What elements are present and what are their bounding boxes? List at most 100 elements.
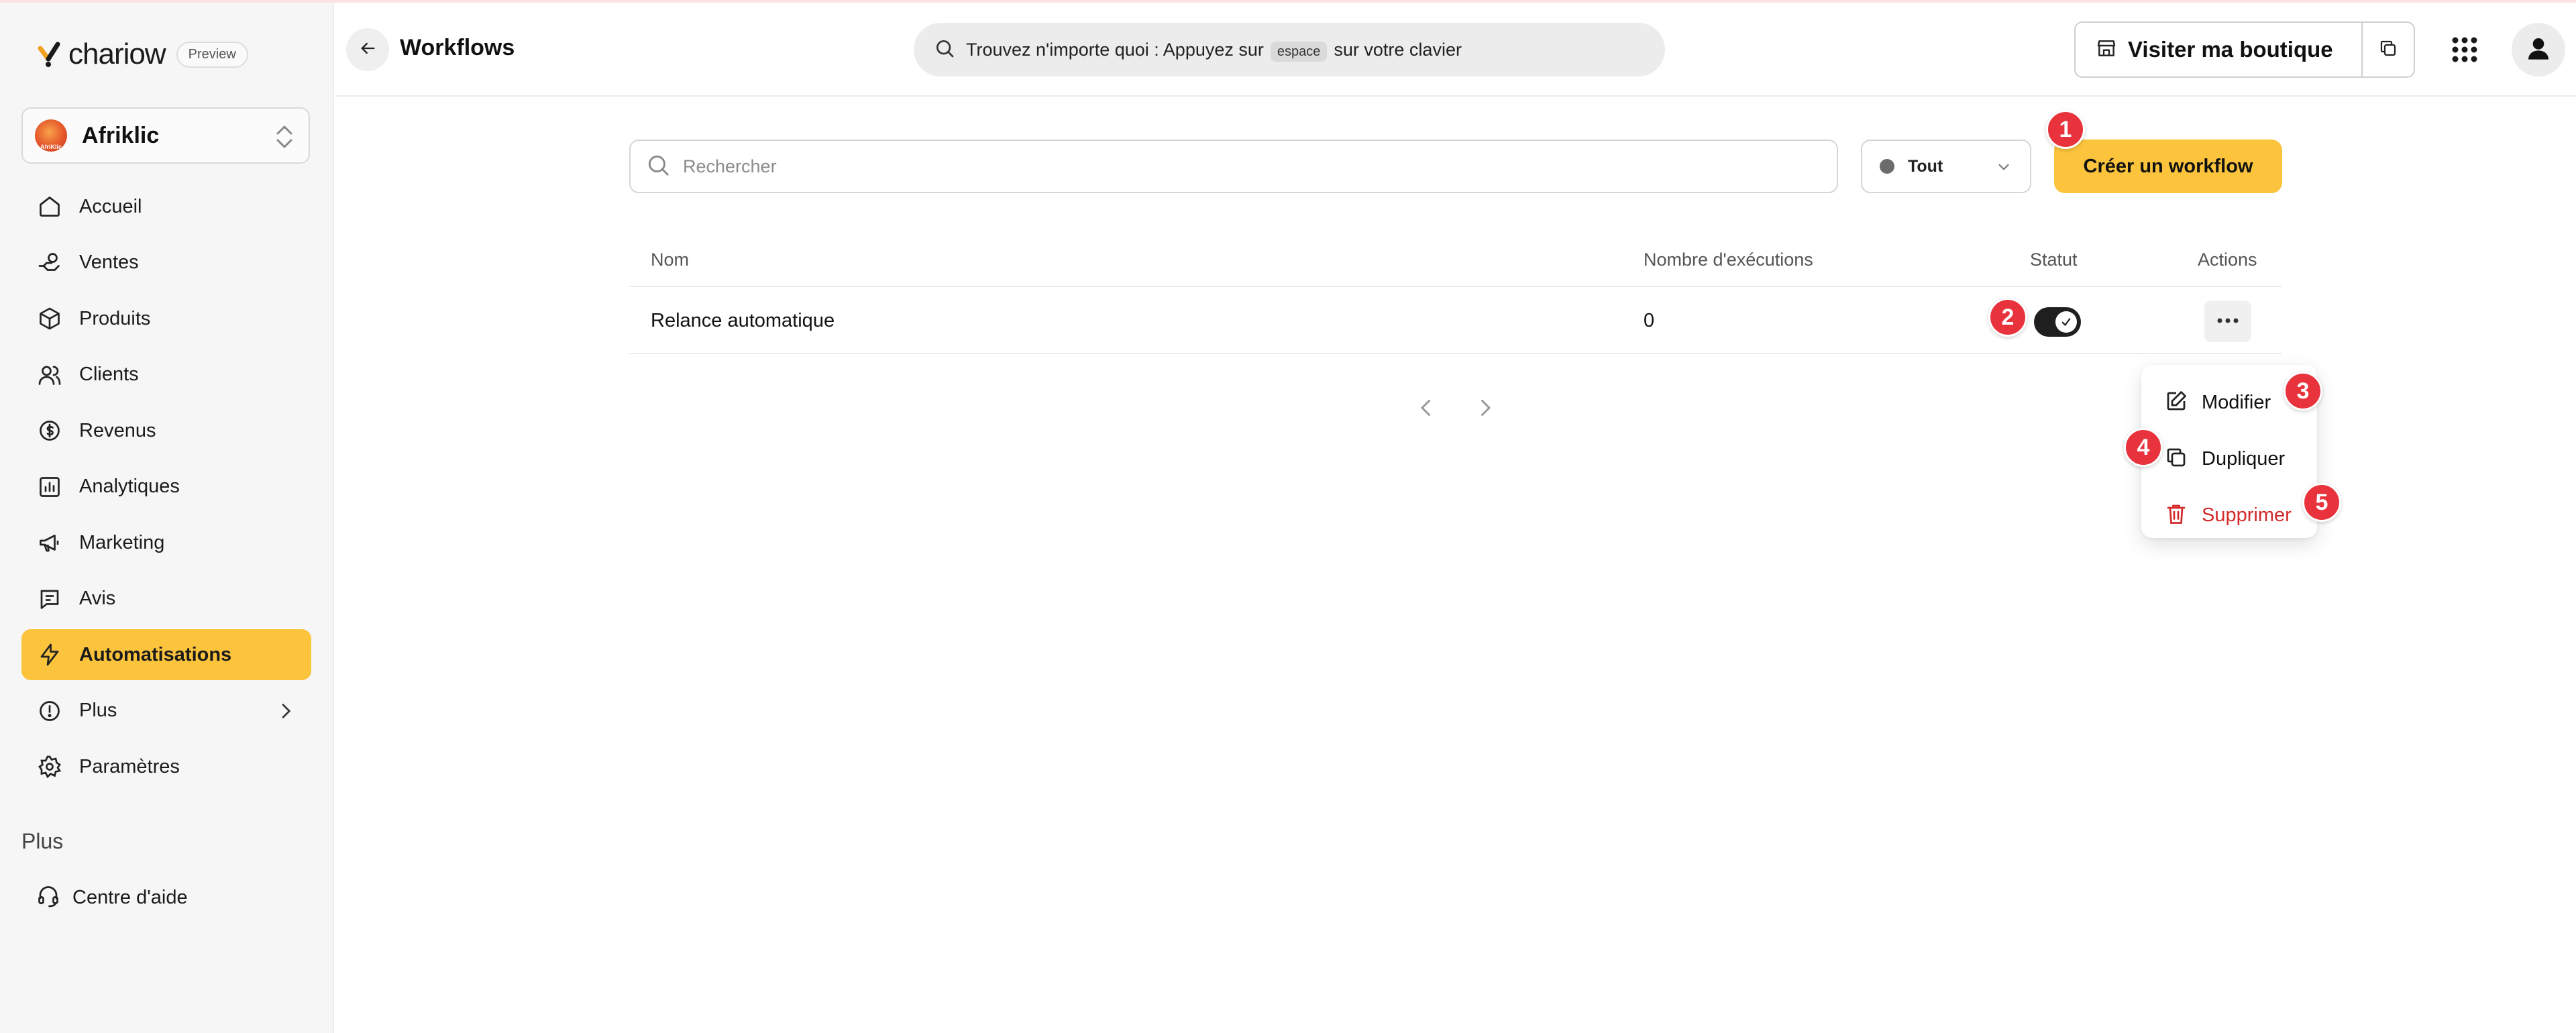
preview-badge: Preview [176, 41, 248, 68]
menu-item-label: Dupliquer [2202, 447, 2286, 470]
sidebar-section-heading: Plus [21, 829, 64, 853]
pagination-previous-button[interactable] [1414, 396, 1438, 423]
status-filter-value: Tout [1908, 156, 1943, 176]
annotation-badge-4: 4 [2124, 428, 2163, 467]
menu-item-delete[interactable]: Supprimer [2141, 487, 2317, 543]
help-center-label: Centre d'aide [72, 886, 188, 908]
sidebar-nav: Accueil Ventes Produits Clients Revenus [21, 181, 311, 798]
chevron-right-icon [1473, 400, 1497, 423]
users-icon [36, 362, 63, 388]
create-workflow-button[interactable]: Créer un workflow [2054, 140, 2282, 193]
menu-item-label: Modifier [2202, 391, 2271, 413]
page-title: Workflows [400, 35, 515, 60]
storefront-icon [2096, 38, 2117, 62]
info-circle-icon [36, 698, 63, 724]
workflow-executions: 0 [1644, 310, 1655, 331]
menu-item-duplicate[interactable]: Dupliquer [2141, 431, 2317, 487]
command-search-prefix: Trouvez n'importe quoi : Appuyez sur [966, 39, 1264, 60]
visit-store-group: Visiter ma boutique [2074, 21, 2415, 78]
user-avatar[interactable] [2512, 23, 2565, 76]
sidebar-item-plus[interactable]: Plus [21, 686, 311, 737]
arrow-left-icon [358, 39, 377, 61]
sidebar-item-label: Avis [79, 588, 116, 609]
sidebar-item-clients[interactable]: Clients [21, 349, 311, 400]
store-name: Afriklic [82, 122, 160, 148]
trash-icon [2164, 502, 2188, 529]
sidebar-item-label: Produits [79, 307, 151, 329]
sidebar-item-label: Marketing [79, 531, 165, 553]
lightning-icon [36, 641, 63, 668]
gear-icon [36, 753, 63, 780]
sidebar-item-label: Plus [79, 700, 117, 721]
sidebar-item-automatisations[interactable]: Automatisations [21, 629, 311, 680]
sidebar-item-ventes[interactable]: Ventes [21, 237, 311, 288]
visit-store-label: Visiter ma boutique [2128, 37, 2333, 62]
copy-link-button[interactable] [2363, 23, 2414, 76]
back-button[interactable] [346, 28, 389, 71]
sidebar-item-label: Accueil [79, 195, 142, 217]
sidebar-item-label: Clients [79, 364, 139, 385]
menu-item-label: Supprimer [2202, 504, 2292, 526]
sidebar-item-produits[interactable]: Produits [21, 293, 311, 344]
sidebar-item-revenus[interactable]: Revenus [21, 405, 311, 456]
user-icon [2525, 35, 2552, 65]
brand-name: chariow [68, 38, 166, 70]
status-dot [1880, 159, 1894, 174]
workflow-search-input[interactable] [683, 156, 1756, 177]
visit-store-button[interactable]: Visiter ma boutique [2076, 23, 2363, 76]
status-filter-select[interactable]: Tout [1861, 140, 2031, 193]
store-logo-text: AfriKlic [40, 144, 62, 150]
workflow-name: Relance automatique [651, 310, 835, 331]
message-icon [36, 586, 63, 612]
top-header: Workflows Trouvez n'importe quoi : Appuy… [335, 3, 2576, 97]
command-search-bar[interactable]: Trouvez n'importe quoi : Appuyez sur espa… [914, 23, 1665, 76]
more-horizontal-icon [2216, 315, 2239, 327]
table-header: Nom Nombre d'exécutions Statut Actions [629, 233, 2282, 287]
annotation-badge-1: 1 [2046, 110, 2085, 149]
sidebar-item-avis[interactable]: Avis [21, 574, 311, 624]
package-icon [36, 305, 63, 332]
sidebar-item-label: Paramètres [79, 755, 180, 777]
sidebar-item-marketing[interactable]: Marketing [21, 517, 311, 568]
column-header-executions: Nombre d'exécutions [1644, 250, 1813, 270]
apps-grid-icon[interactable] [2450, 35, 2479, 64]
hand-coins-icon [36, 250, 63, 276]
column-header-name: Nom [651, 250, 690, 270]
sidebar-item-parametres[interactable]: Paramètres [21, 741, 311, 792]
store-logo: AfriKlic [35, 119, 67, 152]
dollar-circle-icon [36, 417, 63, 444]
command-search-text: Trouvez n'importe quoi : Appuyez sur espa… [966, 39, 1462, 62]
chariow-logo-icon [35, 39, 66, 70]
sidebar-item-label: Automatisations [79, 643, 232, 665]
chevron-left-icon [1414, 400, 1438, 423]
workflows-table: Nom Nombre d'exécutions Statut Actions R… [629, 233, 2282, 354]
workflow-status-toggle[interactable] [2034, 307, 2081, 337]
store-selector[interactable]: AfriKlic Afriklic [21, 107, 310, 164]
chevron-up-down-icon [272, 123, 297, 154]
table-row[interactable]: Relance automatique 0 [629, 287, 2282, 354]
brand-logo[interactable]: chariow Preview [35, 38, 248, 71]
home-icon [36, 193, 63, 220]
annotation-badge-3: 3 [2284, 372, 2322, 411]
pagination-next-button[interactable] [1473, 396, 1497, 423]
edit-icon [2164, 389, 2188, 417]
annotation-badge-2: 2 [1988, 298, 2027, 337]
search-icon [645, 152, 671, 181]
sidebar-item-help-center[interactable]: Centre d'aide [21, 872, 311, 923]
sidebar-item-analytiques[interactable]: Analytiques [21, 461, 311, 512]
row-actions-button[interactable] [2204, 301, 2251, 342]
column-header-status: Statut [2030, 250, 2078, 270]
sidebar-item-accueil[interactable]: Accueil [21, 181, 311, 232]
copy-icon [2378, 38, 2398, 62]
copy-icon [2164, 445, 2188, 473]
headset-icon [36, 884, 60, 912]
sidebar: chariow Preview AfriKlic Afriklic Accuei… [0, 3, 334, 1033]
search-icon [934, 38, 955, 62]
bar-chart-icon [36, 474, 63, 500]
column-header-actions: Actions [2198, 250, 2257, 270]
megaphone-icon [36, 529, 63, 556]
annotation-badge-5: 5 [2302, 483, 2341, 522]
sidebar-item-label: Revenus [79, 419, 156, 441]
workflow-search-field[interactable] [629, 140, 1838, 193]
command-search-suffix: sur votre clavier [1334, 39, 1462, 60]
